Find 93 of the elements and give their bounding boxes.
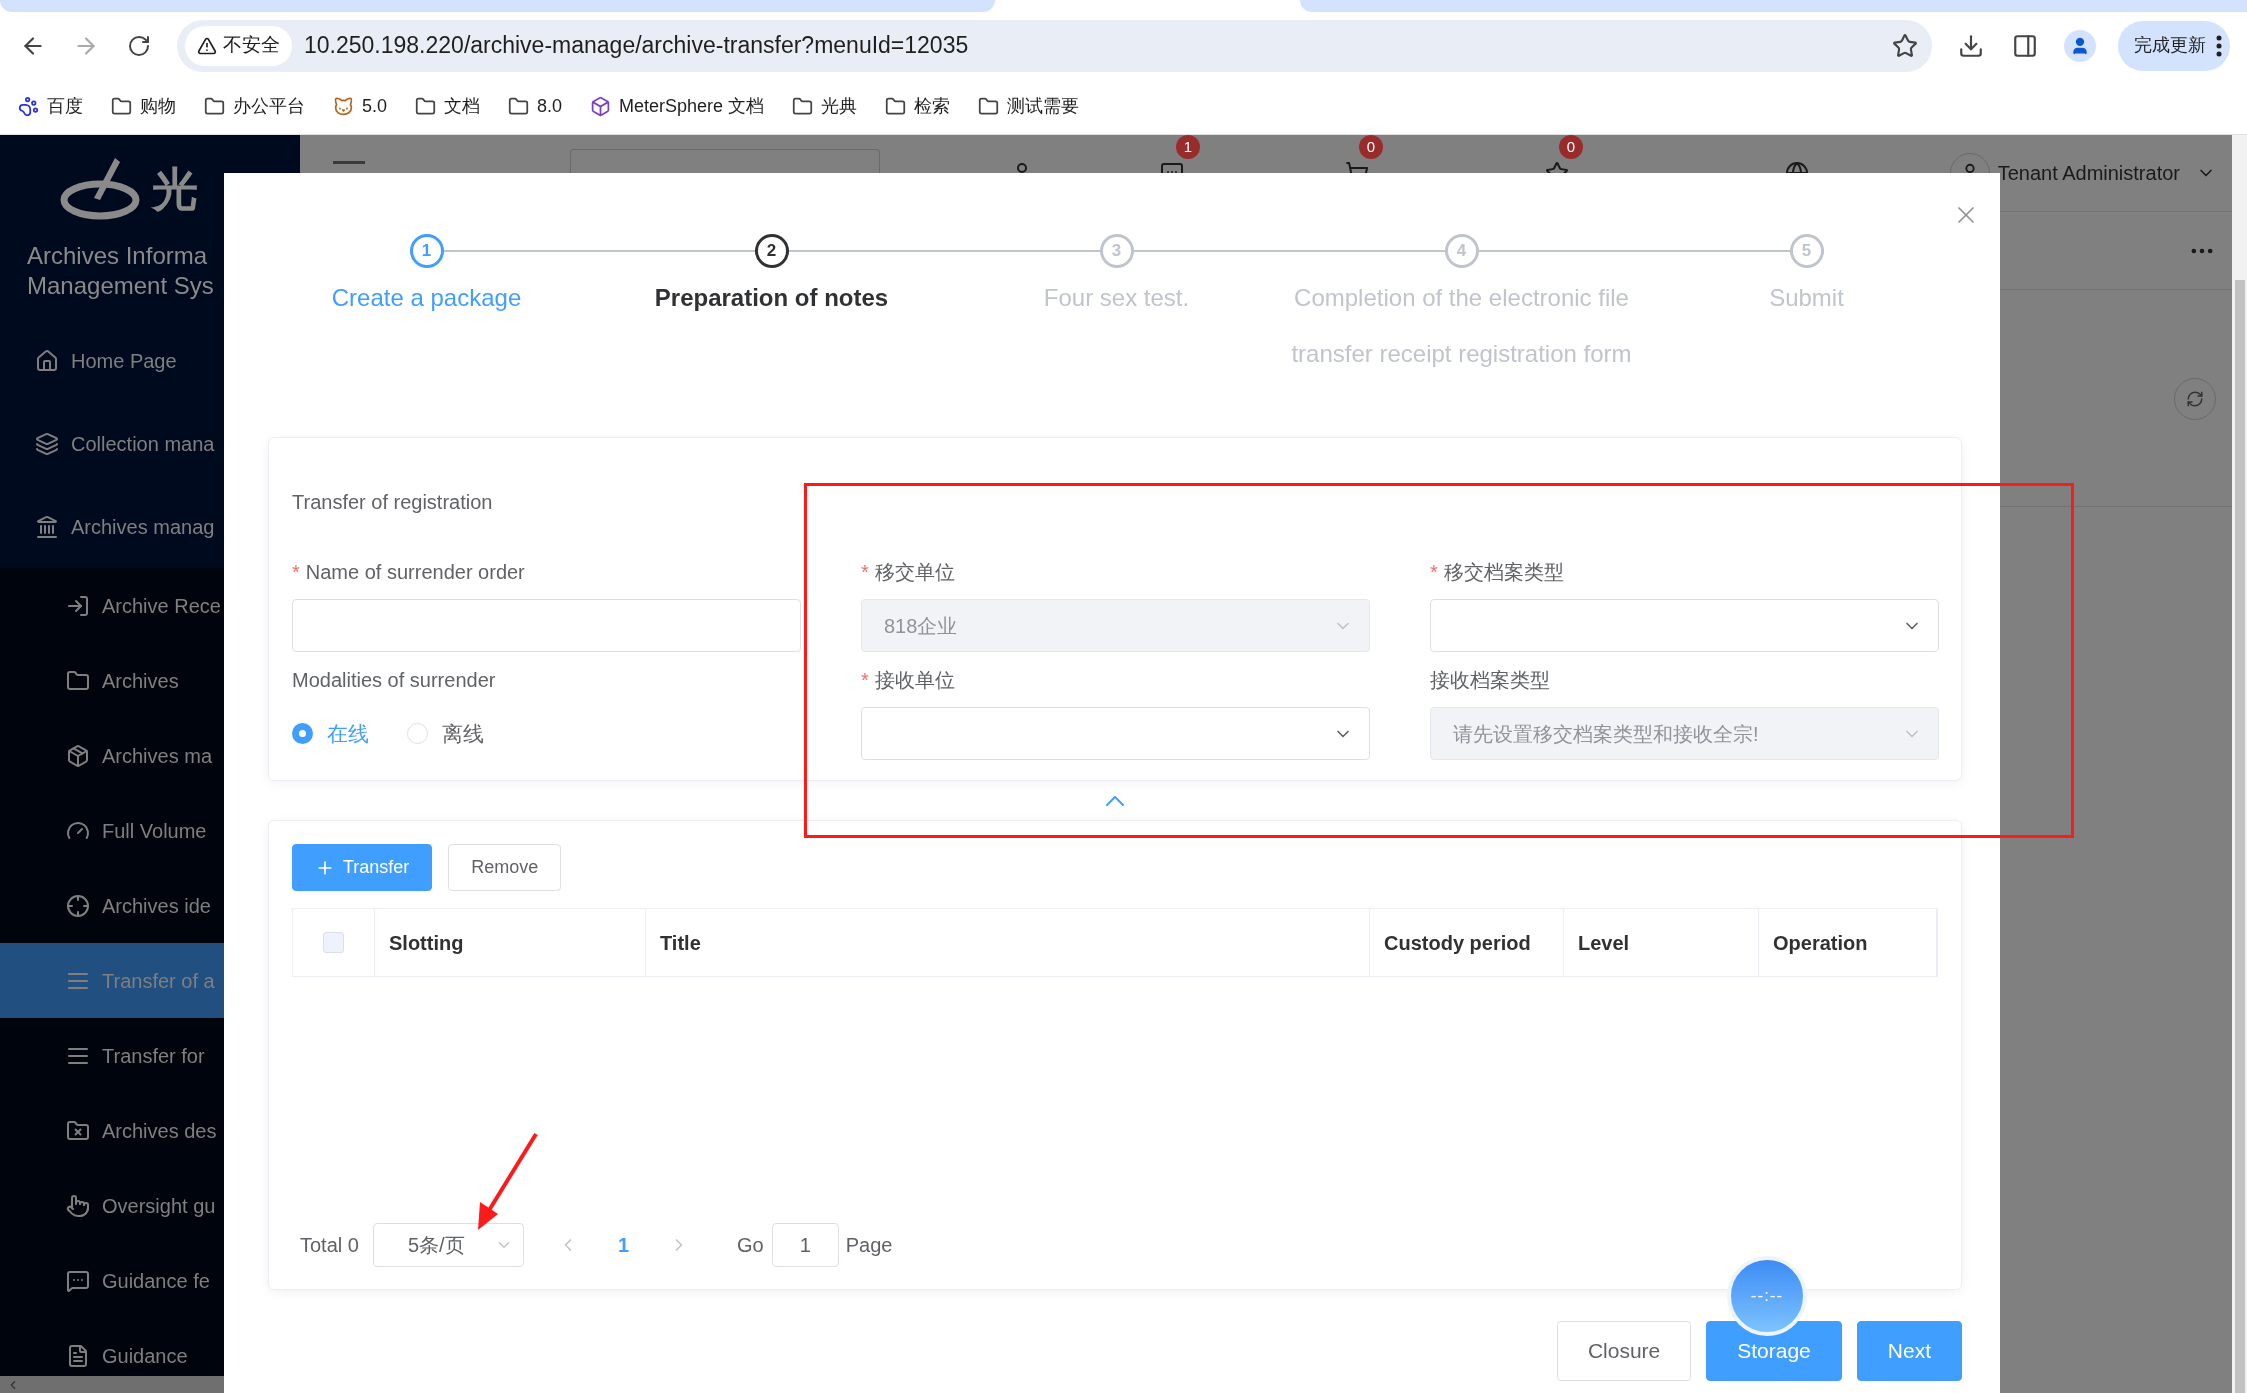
count-badge: 0 xyxy=(1559,135,1583,159)
warning-icon xyxy=(197,35,217,56)
text-input[interactable] xyxy=(292,599,801,652)
column-header: Custody period xyxy=(1370,909,1564,976)
page-size-select[interactable]: 5条/页 xyxy=(372,1223,524,1267)
cat-icon xyxy=(333,96,354,118)
logo-text: 光 xyxy=(152,161,198,217)
security-chip[interactable]: 不安全 xyxy=(185,25,292,66)
step-number: 3 xyxy=(1099,234,1134,268)
sidebar-item[interactable]: Collection mana xyxy=(0,402,300,485)
download-icon[interactable] xyxy=(1958,32,1984,59)
url-text: 10.250.198.220/archive-manage/archive-transfer?menuId=12035 xyxy=(304,31,969,61)
radio-icon[interactable] xyxy=(407,723,428,744)
required-mark: * xyxy=(1430,560,1438,585)
bookmark[interactable]: MeterSphere 文档 xyxy=(590,93,765,121)
checkbox[interactable] xyxy=(323,932,344,953)
go-label: Go xyxy=(737,1233,764,1258)
required-mark: * xyxy=(861,668,869,693)
user-name[interactable]: Tenant Administrator xyxy=(1997,158,2180,188)
column-header: Title xyxy=(646,909,1370,976)
field-label: 接收档案类型 xyxy=(1430,668,1550,693)
page-label: Page xyxy=(845,1233,893,1258)
layers-icon xyxy=(35,431,59,456)
step-label: Completion of the electronic file xyxy=(1294,283,1629,313)
total-count: Total 0 xyxy=(300,1233,359,1258)
cube-icon xyxy=(590,96,612,118)
globe-icon[interactable] xyxy=(1785,161,1809,173)
user-icon xyxy=(2070,35,2090,56)
login-icon xyxy=(66,593,90,618)
cart-icon[interactable] xyxy=(1345,161,1369,173)
radio-option[interactable]: 离线 xyxy=(407,717,484,750)
paw-icon xyxy=(18,96,39,118)
step-label: Preparation of notes xyxy=(654,283,889,313)
step-label: Create a package xyxy=(331,283,522,313)
column-header: Slotting xyxy=(375,909,646,976)
app-title: Management Sys xyxy=(27,271,215,301)
bookmark[interactable]: 检索 xyxy=(885,93,951,121)
bookmark[interactable]: 办公平台 xyxy=(204,93,305,121)
field-label: 移交档案类型 xyxy=(1443,560,1564,585)
bookmark[interactable]: 8.0 xyxy=(508,93,563,121)
step-label: transfer receipt registration form xyxy=(1291,339,1632,369)
document-icon xyxy=(66,1343,90,1368)
side-panel-icon[interactable] xyxy=(2012,32,2038,59)
crosshair-icon xyxy=(66,893,90,918)
dialog-button[interactable]: Storage xyxy=(1706,1321,1842,1381)
step-label: Four sex test. xyxy=(1043,283,1190,313)
refresh-icon xyxy=(2186,390,2204,408)
bookmark[interactable]: 测试需要 xyxy=(978,93,1080,121)
address-bar[interactable]: 不安全 10.250.198.220/archive-manage/archive-transfer?menuId=12035 xyxy=(177,19,1932,72)
count-badge: 1 xyxy=(1176,135,1200,159)
column-header: Operation xyxy=(1759,909,1937,976)
field-label: 移交单位 xyxy=(874,560,955,585)
dialog-button[interactable]: Closure xyxy=(1556,1321,1692,1381)
bookmark-star-icon[interactable] xyxy=(1892,32,1918,59)
section-title: Transfer of registration xyxy=(292,490,494,515)
bookmark[interactable]: 百度 xyxy=(18,93,83,121)
bookmark[interactable]: 文档 xyxy=(415,93,481,121)
bank-icon xyxy=(35,514,59,539)
field-label: Name of surrender order xyxy=(305,560,525,585)
step-number: 2 xyxy=(754,234,789,268)
toolbar-button[interactable]: Remove xyxy=(448,844,562,891)
vertical-scrollbar[interactable] xyxy=(2232,135,2247,1393)
star-icon[interactable] xyxy=(1545,161,1569,173)
page-number[interactable]: 1 xyxy=(617,1230,630,1260)
home-icon xyxy=(35,348,59,373)
step-number: 5 xyxy=(1789,234,1824,268)
step-number: 4 xyxy=(1444,234,1479,268)
pointer-icon xyxy=(66,1193,90,1218)
dialog-button[interactable]: Next xyxy=(1856,1321,1962,1381)
step-number: 1 xyxy=(409,234,444,268)
profile-avatar[interactable] xyxy=(2064,29,2096,62)
required-mark: * xyxy=(861,560,869,585)
more-icon xyxy=(2216,34,2222,57)
folder-x-icon xyxy=(66,1118,90,1143)
field-label: 接收单位 xyxy=(874,668,955,693)
folder-icon xyxy=(66,668,90,693)
step-label: Submit xyxy=(1769,283,1844,313)
toolbar-button[interactable]: Transfer xyxy=(292,844,433,891)
app-title: Archives Informa xyxy=(27,241,209,271)
package-icon xyxy=(66,743,90,768)
reload-icon[interactable] xyxy=(127,33,151,58)
column-header: Level xyxy=(1564,909,1759,976)
bookmark[interactable]: 光典 xyxy=(792,93,858,121)
chat-icon xyxy=(66,1268,90,1293)
page-input[interactable]: 1 xyxy=(771,1223,839,1267)
bookmark[interactable]: 5.0 xyxy=(333,93,388,121)
sidebar-item[interactable]: Home Page xyxy=(0,319,300,402)
chat-icon[interactable] xyxy=(1160,161,1184,173)
bookmark[interactable]: 购物 xyxy=(111,93,176,121)
menu-icon[interactable] xyxy=(333,161,365,165)
update-button[interactable]: 完成更新 xyxy=(2118,20,2230,71)
radio-icon[interactable] xyxy=(292,723,313,744)
count-badge: 0 xyxy=(1359,135,1383,159)
